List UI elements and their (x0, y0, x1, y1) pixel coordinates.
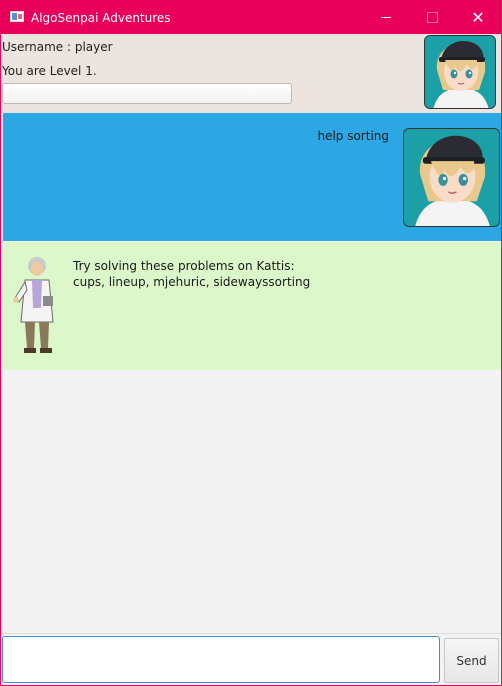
bot-message-line: Try solving these problems on Kattis: (73, 259, 295, 273)
maximize-button[interactable] (409, 1, 455, 34)
user-avatar-icon (425, 36, 495, 108)
bot-message-text: Try solving these problems on Kattis: cu… (73, 258, 310, 290)
minimize-button[interactable] (363, 1, 409, 34)
username-label: Username : player (2, 40, 113, 54)
message-input[interactable] (2, 636, 440, 683)
window-title: AlgoSenpai Adventures (31, 11, 171, 25)
user-avatar (424, 35, 496, 109)
user-avatar-icon (404, 129, 499, 226)
user-message-bubble: help sorting (3, 113, 501, 241)
user-message-text: help sorting (317, 129, 389, 143)
user-status-panel: Username : player You are Level 1. (1, 34, 501, 113)
bot-message-line: cups, lineup, mjehuric, sidewayssorting (73, 275, 311, 289)
user-message-avatar (403, 128, 500, 227)
app-window: AlgoSenpai Adventures ✕ Username : playe… (0, 0, 502, 686)
level-label: You are Level 1. (2, 64, 97, 78)
level-progress-bar (2, 83, 292, 104)
close-icon: ✕ (471, 8, 485, 27)
message-input-bar: Send (1, 633, 501, 685)
title-bar[interactable]: AlgoSenpai Adventures ✕ (1, 1, 501, 34)
send-button[interactable]: Send (444, 638, 499, 683)
bot-message-bubble: Try solving these problems on Kattis: cu… (3, 242, 501, 370)
professor-sprite-icon (13, 257, 54, 353)
close-button[interactable]: ✕ (455, 1, 501, 34)
app-icon (10, 11, 24, 22)
maximize-icon (426, 12, 438, 23)
minimize-icon (381, 17, 391, 18)
